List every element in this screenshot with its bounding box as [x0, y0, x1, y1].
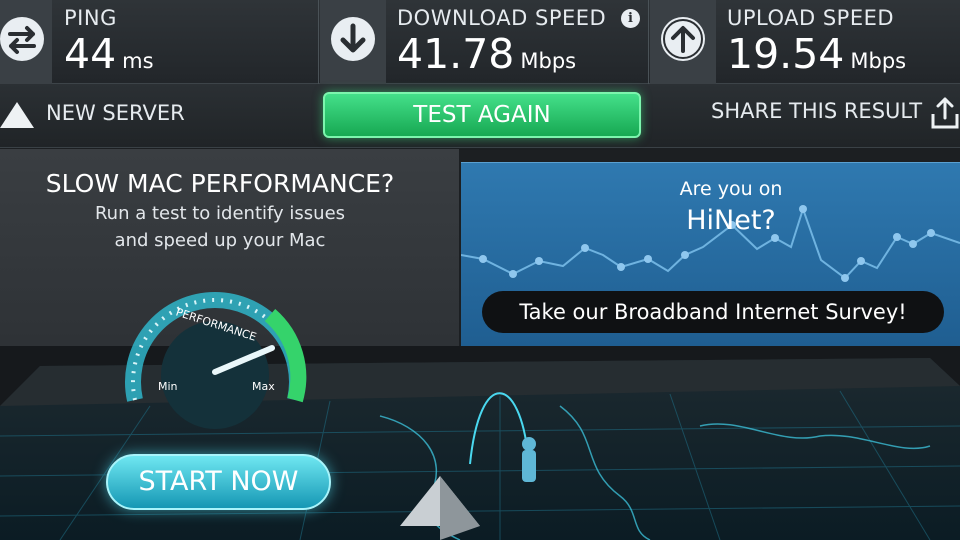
download-label: DOWNLOAD SPEED [397, 6, 607, 30]
gauge-dial-icon: PERFORMANCE [125, 292, 307, 429]
gauge-max-label: Max [252, 380, 275, 393]
download-number: 41.78 [397, 30, 515, 78]
ad-line-1: Run a test to identify issues [94, 203, 346, 224]
ping-value: 44 ms [64, 30, 154, 78]
ping-arrows-icon [0, 17, 44, 61]
share-result-button[interactable]: SHARE THIS RESULT [711, 99, 922, 123]
action-bar: NEW SERVER TEST AGAIN SHARE THIS RESULT [0, 84, 960, 148]
server-triangle-icon [0, 102, 34, 128]
isp-survey-panel: Are you on HiNet? Take our Broadband Int… [461, 162, 960, 346]
new-server-label: NEW SERVER [46, 101, 185, 125]
download-value: 41.78 Mbps [397, 30, 576, 78]
ping-number: 44 [64, 30, 117, 78]
ad-line-2: and speed up your Mac [114, 230, 326, 251]
ping-label: PING [64, 6, 117, 30]
upload-value: 19.54 Mbps [727, 30, 906, 78]
start-now-button[interactable]: START NOW [106, 454, 331, 510]
download-unit: Mbps [520, 49, 577, 73]
divider [648, 0, 649, 84]
upload-arrow-icon [661, 17, 705, 61]
survey-question: Are you on [679, 178, 783, 200]
ping-unit: ms [122, 49, 154, 73]
take-survey-button[interactable]: Take our Broadband Internet Survey! [482, 291, 944, 333]
upload-unit: Mbps [850, 49, 907, 73]
ad-title: SLOW MAC PERFORMANCE? [45, 169, 395, 198]
survey-isp-name: HiNet? [686, 205, 776, 236]
test-again-button[interactable]: TEST AGAIN [323, 92, 641, 138]
stats-bar: PING 44 ms DOWNLOAD SPEED 41.78 Mbps i UPL… [0, 0, 960, 84]
upload-label: UPLOAD SPEED [727, 6, 895, 30]
info-icon[interactable]: i [621, 9, 640, 28]
share-icon[interactable] [930, 96, 960, 130]
upload-number: 19.54 [727, 30, 845, 78]
gauge-min-label: Min [158, 380, 178, 393]
performance-gauge: PERFORMANCE Min Max [110, 270, 320, 430]
download-arrow-icon [331, 17, 375, 61]
divider [318, 0, 319, 84]
